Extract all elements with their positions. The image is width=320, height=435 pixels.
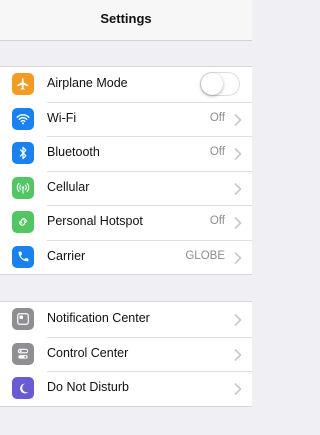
chevron-right-icon (234, 113, 242, 126)
settings-row-airplane-mode[interactable]: Airplane Mode (0, 67, 252, 102)
settings-group-system: Notification Center Control Center Do Not … (0, 301, 252, 407)
settings-row-value: Off (209, 215, 225, 227)
wifi-icon (12, 107, 34, 130)
settings-row-label: Cellular (47, 179, 90, 194)
airplane-mode-toggle[interactable] (200, 72, 240, 96)
settings-row-bluetooth[interactable]: Bluetooth Off (0, 136, 252, 171)
settings-group-connectivity: Airplane Mode Wi-Fi Off Bluetooth Off Cellula… (0, 66, 252, 275)
chevron-right-icon (234, 216, 242, 229)
chevron-right-icon (234, 348, 242, 361)
moon-icon (12, 377, 34, 399)
settings-row-carrier[interactable]: Carrier GLOBE (0, 239, 252, 275)
settings-row-label: Bluetooth (47, 145, 100, 159)
chevron-right-icon (234, 182, 242, 195)
page-title: Settings (100, 11, 152, 26)
chevron-right-icon (234, 147, 242, 160)
chevron-right-icon (234, 382, 242, 395)
settings-row-label: Control Center (47, 345, 129, 360)
settings-row-cellular[interactable]: Cellular (0, 170, 252, 206)
control-center-icon (12, 342, 34, 365)
notification-center-icon (12, 308, 34, 330)
settings-row-label: Notification Center (47, 311, 150, 325)
bluetooth-icon (12, 142, 34, 164)
settings-row-notification-center[interactable]: Notification Center (0, 302, 252, 337)
settings-row-do-not-disturb[interactable]: Do Not Disturb (0, 371, 252, 406)
hotspot-icon (12, 211, 34, 233)
settings-row-value: Off (209, 146, 225, 158)
chevron-right-icon (234, 251, 242, 264)
settings-row-label: Carrier (47, 248, 86, 263)
settings-row-value: GLOBE (185, 249, 225, 262)
settings-row-label: Wi-Fi (47, 110, 77, 125)
chevron-right-icon (234, 313, 242, 326)
settings-row-label: Do Not Disturb (47, 380, 129, 394)
cellular-icon (12, 176, 34, 199)
settings-row-control-center[interactable]: Control Center (0, 336, 252, 372)
settings-row-label: Airplane Mode (47, 76, 128, 90)
settings-row-personal-hotspot[interactable]: Personal Hotspot Off (0, 205, 252, 240)
settings-row-value: Off (209, 111, 225, 124)
toggle-knob (201, 73, 223, 95)
phone-icon (12, 245, 34, 268)
settings-row-wifi[interactable]: Wi-Fi Off (0, 101, 252, 137)
navigation-bar: Settings (0, 0, 252, 41)
settings-row-label: Personal Hotspot (47, 214, 143, 228)
airplane-icon (12, 73, 34, 95)
